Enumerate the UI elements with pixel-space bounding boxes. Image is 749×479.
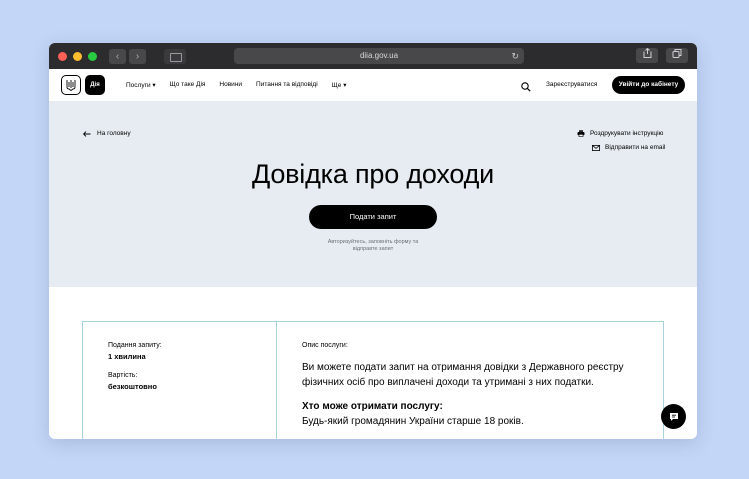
address-bar[interactable]: diia.gov.ua ↻ bbox=[234, 48, 524, 64]
diia-logo-text: Дія bbox=[90, 82, 100, 88]
minimize-window-button[interactable] bbox=[73, 51, 82, 61]
chat-bubble-icon bbox=[669, 412, 678, 421]
printer-icon bbox=[577, 130, 585, 137]
print-instruction-label: Роздрукувати інструкцію bbox=[590, 130, 664, 137]
close-window-button[interactable] bbox=[58, 51, 67, 61]
eligibility-title: Хто може отримати послугу: bbox=[302, 401, 443, 412]
eligibility-text: Будь-який громадянин України старше 18 р… bbox=[302, 416, 524, 427]
window-controls bbox=[58, 51, 97, 61]
send-email-link[interactable]: Відправити на email bbox=[592, 144, 665, 151]
chat-button[interactable] bbox=[661, 404, 686, 429]
back-button[interactable]: ‹ bbox=[109, 48, 126, 64]
hero-section: На головну Роздрукувати інструкцію Відпр… bbox=[49, 101, 697, 287]
browser-window: ‹ › diia.gov.ua ↻ Дія Послуги ▾ Що таке … bbox=[49, 43, 697, 439]
request-time-label: Подання запиту: bbox=[108, 342, 162, 349]
print-instruction-link[interactable]: Роздрукувати інструкцію bbox=[577, 130, 663, 137]
site-header: Дія Послуги ▾ Що таке Дія Новини Питання… bbox=[49, 69, 697, 101]
login-button[interactable]: Увійти до кабінету bbox=[612, 76, 685, 94]
menu-item-about[interactable]: Що таке Дія bbox=[170, 81, 206, 89]
diia-logo[interactable]: Дія bbox=[85, 75, 105, 95]
arrow-left-icon bbox=[83, 130, 91, 137]
mail-icon bbox=[592, 144, 600, 151]
tabs-overview-icon[interactable] bbox=[666, 48, 688, 63]
coat-of-arms-logo-icon[interactable] bbox=[61, 75, 81, 95]
caret-down-icon: ▾ bbox=[343, 82, 347, 89]
menu-item-more[interactable]: Ще ▾ bbox=[332, 81, 347, 89]
menu-item-label: Ще bbox=[331, 82, 342, 89]
card-divider bbox=[276, 322, 277, 439]
menu-item-services[interactable]: Послуги ▾ bbox=[126, 81, 156, 89]
submit-hint-line: відправте запит bbox=[352, 246, 394, 252]
back-home-label: На головну bbox=[97, 130, 131, 137]
service-description: Ви можете подати запит на отримання дові… bbox=[302, 362, 624, 388]
address-bar-url: diia.gov.ua bbox=[359, 51, 399, 60]
caret-down-icon: ▾ bbox=[152, 82, 156, 89]
service-info-card: Подання запиту: 1 хвилина Вартість: безк… bbox=[82, 321, 664, 439]
back-home-link[interactable]: На головну bbox=[83, 130, 131, 137]
search-icon[interactable] bbox=[521, 79, 531, 97]
history-nav: ‹ › bbox=[109, 48, 146, 64]
browser-actions bbox=[636, 47, 688, 63]
sidebar-toggle-icon[interactable] bbox=[164, 48, 186, 64]
maximize-window-button[interactable] bbox=[88, 51, 97, 61]
submit-hint: Авторизуйтесь, заповніть форму та відпра… bbox=[303, 239, 443, 253]
request-time-value: 1 хвилина bbox=[108, 352, 146, 361]
menu-item-label: Послуги bbox=[126, 82, 151, 89]
forward-button[interactable]: › bbox=[129, 48, 146, 64]
menu-item-news[interactable]: Новини bbox=[219, 81, 242, 89]
main-menu: Послуги ▾ Що таке Дія Новини Питання та … bbox=[126, 81, 346, 89]
share-icon[interactable] bbox=[636, 47, 658, 63]
reload-icon[interactable]: ↻ bbox=[511, 48, 519, 64]
submit-request-button[interactable]: Подати запит bbox=[309, 205, 437, 229]
submit-hint-line: Авторизуйтесь, заповніть форму та bbox=[327, 239, 419, 245]
browser-toolbar: ‹ › diia.gov.ua ↻ bbox=[49, 43, 697, 69]
page-title: Довідка про доходи bbox=[251, 159, 495, 189]
menu-item-faq[interactable]: Питання та відповіді bbox=[256, 81, 318, 89]
description-label: Опис послуги: bbox=[302, 342, 348, 349]
register-link[interactable]: Зареєструватися bbox=[546, 81, 597, 88]
cost-value: безкоштовно bbox=[108, 382, 157, 391]
cost-label: Вартість: bbox=[108, 372, 138, 379]
send-email-label: Відправити на email bbox=[605, 144, 666, 151]
